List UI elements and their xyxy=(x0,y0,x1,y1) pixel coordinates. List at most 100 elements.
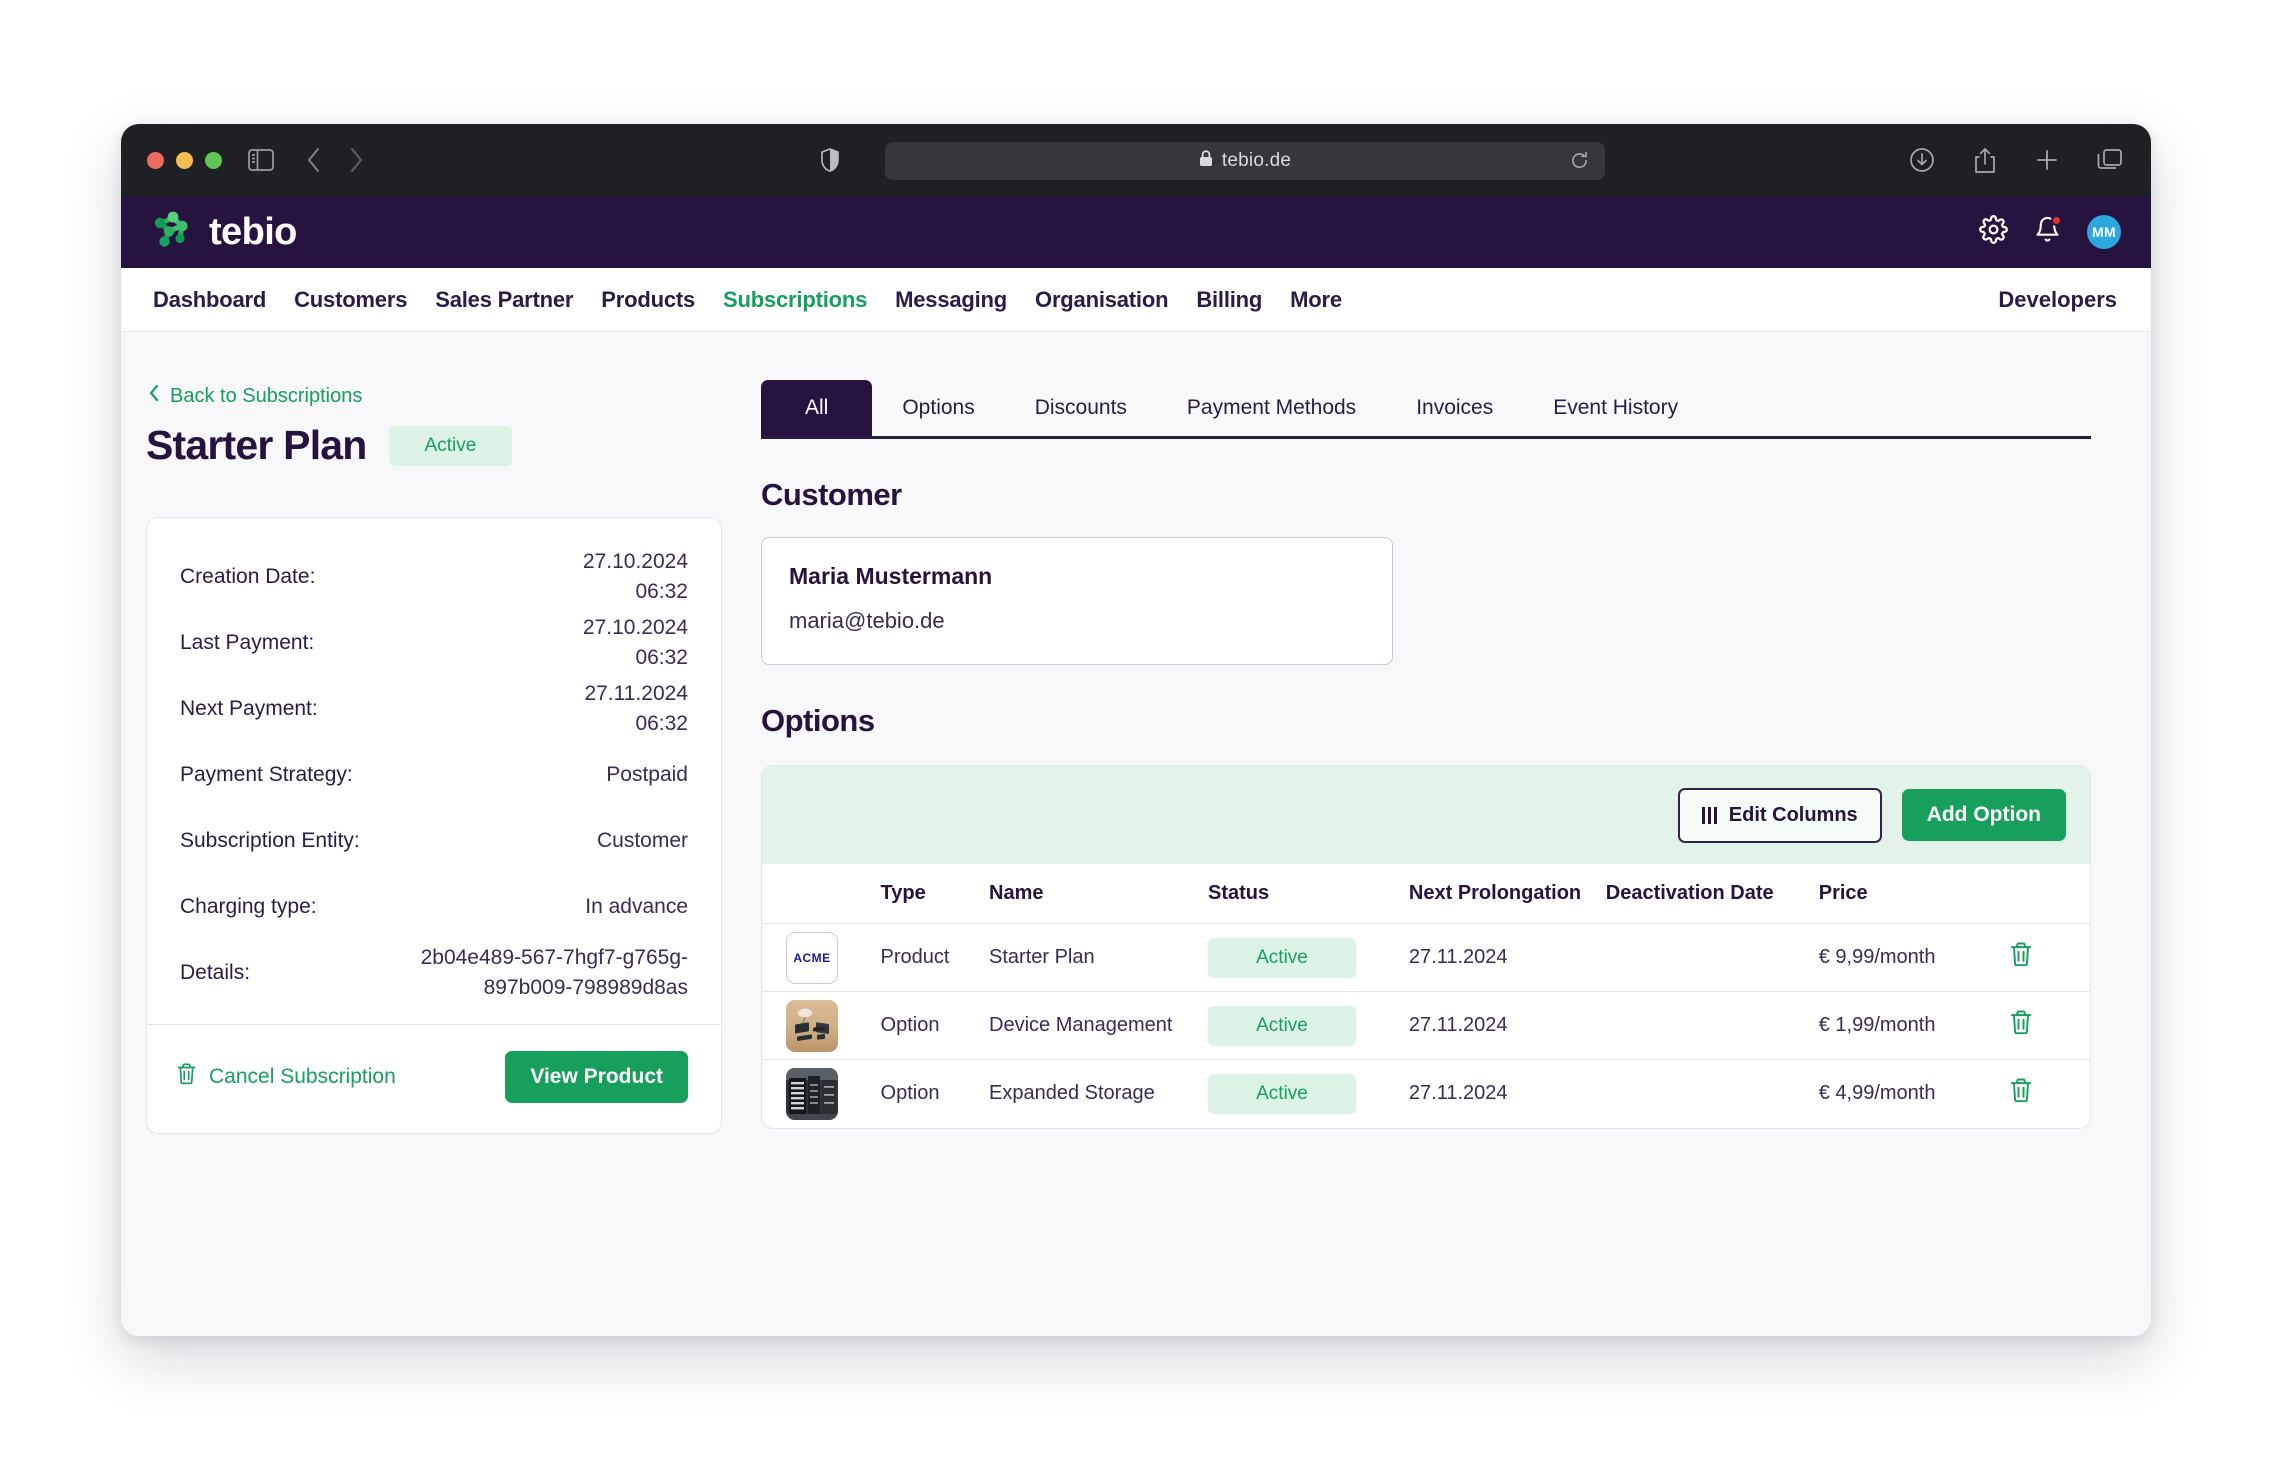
row-status-cell: Active xyxy=(1208,923,1409,992)
cancel-subscription-label: Cancel Subscription xyxy=(209,1065,396,1088)
nav-item-more[interactable]: More xyxy=(1290,287,1342,313)
customer-name: Maria Mustermann xyxy=(789,563,993,589)
delete-row-button[interactable] xyxy=(2010,1010,2032,1035)
nav-item-developers[interactable]: Developers xyxy=(1998,287,2117,313)
row-status-cell: Active xyxy=(1208,991,1409,1060)
options-table-body: ACME Product Starter Plan Active 27.11.2… xyxy=(762,923,2090,1128)
col-header-next-prolongation: Next Prolongation xyxy=(1408,864,1606,924)
tebio-molecule-icon xyxy=(151,210,195,255)
nav-items: Dashboard Customers Sales Partner Produc… xyxy=(153,287,1342,313)
col-header-deactivation-date: Deactivation Date xyxy=(1605,864,1819,924)
nav-item-sales-partner[interactable]: Sales Partner xyxy=(435,287,573,313)
cancel-subscription-button[interactable]: Cancel Subscription xyxy=(177,1063,396,1091)
row-name: Device Management xyxy=(989,991,1208,1060)
tab-options[interactable]: Options xyxy=(872,380,1004,436)
tab-event-history[interactable]: Event History xyxy=(1523,380,1708,436)
nav-item-customers[interactable]: Customers xyxy=(294,287,407,313)
forward-icon[interactable] xyxy=(348,147,364,173)
tab-overview-icon[interactable] xyxy=(2097,148,2123,172)
detail-value: 27.10.2024 06:32 xyxy=(582,549,688,603)
col-header-name: Name xyxy=(989,864,1208,924)
tab-all[interactable]: All xyxy=(761,380,873,436)
nav-item-subscriptions[interactable]: Subscriptions xyxy=(723,287,867,313)
main-navbar: Dashboard Customers Sales Partner Produc… xyxy=(121,268,2151,332)
notification-badge xyxy=(2051,215,2062,226)
download-icon[interactable] xyxy=(1909,147,1935,173)
nav-item-dashboard[interactable]: Dashboard xyxy=(153,287,266,313)
row-status-cell: Active xyxy=(1208,1060,1409,1128)
minimize-window-button[interactable] xyxy=(176,151,193,169)
new-tab-icon[interactable] xyxy=(2035,148,2059,172)
detail-value: 27.10.2024 06:32 xyxy=(582,615,688,669)
table-header-row: Type Name Status Next Prolongation Deact… xyxy=(762,864,2090,924)
avatar[interactable]: MM xyxy=(2087,215,2121,249)
add-option-button[interactable]: Add Option xyxy=(1901,789,2066,841)
row-deactivation-date xyxy=(1606,1060,1819,1128)
tab-discounts[interactable]: Discounts xyxy=(1005,380,1157,436)
trash-icon xyxy=(177,1063,196,1091)
nav-item-messaging[interactable]: Messaging xyxy=(895,287,1007,313)
tab-invoices[interactable]: Invoices xyxy=(1386,380,1523,436)
view-product-button[interactable]: View Product xyxy=(505,1051,688,1103)
url-bar[interactable]: tebio.de xyxy=(885,142,1605,180)
options-section-title: Options xyxy=(761,703,875,738)
gear-icon[interactable] xyxy=(1979,215,2008,249)
nav-item-organisation[interactable]: Organisation xyxy=(1035,287,1168,313)
table-row[interactable]: Option Device Management Active 27.11.20… xyxy=(762,991,2090,1060)
back-icon[interactable] xyxy=(306,147,322,173)
detail-row-last-payment: Last Payment: 27.10.2024 06:32 xyxy=(180,610,688,676)
tebio-logo[interactable]: tebio xyxy=(151,210,297,255)
row-name: Starter Plan xyxy=(989,923,1208,992)
status-badge: Active xyxy=(388,425,513,466)
options-panel: Edit Columns Add Option Type Name Status… xyxy=(761,765,2091,1129)
url-text: tebio.de xyxy=(1221,150,1292,171)
customer-section-title: Customer xyxy=(761,477,902,512)
page-title-row: Starter Plan Active xyxy=(146,422,513,469)
window-traffic-lights xyxy=(147,151,222,169)
row-next-prolongation: 27.11.2024 xyxy=(1408,991,1606,1060)
row-actions-cell xyxy=(2009,923,2090,992)
row-name: Expanded Storage xyxy=(989,1082,1155,1105)
customer-email: maria@tebio.de xyxy=(789,608,945,633)
browser-nav-arrows xyxy=(306,147,364,173)
shield-icon[interactable] xyxy=(821,148,839,172)
col-header-actions xyxy=(2009,864,2090,924)
tab-payment-methods[interactable]: Payment Methods xyxy=(1157,380,1386,436)
browser-window: tebio.de tebio MM Dashboard Customers Sa… xyxy=(121,124,2151,1336)
delete-row-button[interactable] xyxy=(2010,1078,2032,1103)
row-price: € 4,99/month xyxy=(1818,1082,1936,1105)
status-badge: Active xyxy=(1208,937,1356,978)
app-header-actions: MM xyxy=(1979,196,2121,268)
table-row[interactable]: Option Expanded Storage Active 27.11.202… xyxy=(762,1060,2090,1128)
row-price: € 1,99/month xyxy=(1818,991,2010,1060)
nav-item-billing[interactable]: Billing xyxy=(1196,287,1262,313)
close-window-button[interactable] xyxy=(147,151,164,169)
browser-toolbar-right xyxy=(1909,124,2123,196)
maximize-window-button[interactable] xyxy=(205,151,222,169)
row-thumbnail-cell xyxy=(762,1060,881,1128)
notifications-button[interactable] xyxy=(2034,215,2062,249)
delete-row-button[interactable] xyxy=(2010,942,2032,967)
detail-value: In advance xyxy=(585,894,688,918)
app-header: tebio MM xyxy=(121,196,2151,268)
nav-item-products[interactable]: Products xyxy=(601,287,695,313)
options-table: Type Name Status Next Prolongation Deact… xyxy=(762,864,2090,1128)
chevron-left-icon xyxy=(149,384,160,408)
detail-card-footer: Cancel Subscription View Product xyxy=(147,1025,721,1133)
detail-rows: Creation Date: 27.10.2024 06:32 Last Paym… xyxy=(147,518,721,1024)
row-deactivation-date xyxy=(1605,991,1819,1060)
devices-photo-thumbnail xyxy=(786,999,838,1052)
sidebar-toggle-icon[interactable] xyxy=(248,149,274,171)
table-row[interactable]: ACME Product Starter Plan Active 27.11.2… xyxy=(762,923,2090,992)
share-icon[interactable] xyxy=(1973,147,1997,174)
acme-logo-thumbnail: ACME xyxy=(786,931,838,984)
edit-columns-label: Edit Columns xyxy=(1728,803,1858,826)
edit-columns-button[interactable]: Edit Columns xyxy=(1677,787,1882,843)
right-column: All Options Discounts Payment Methods In… xyxy=(761,380,2091,1129)
customer-card[interactable]: Maria Mustermann maria@tebio.de xyxy=(761,537,1393,665)
detail-row-creation-date: Creation Date: 27.10.2024 06:32 xyxy=(180,544,688,610)
detail-value: 27.11.2024 06:32 xyxy=(584,681,688,735)
back-to-subscriptions-link[interactable]: Back to Subscriptions xyxy=(149,384,362,408)
reload-icon[interactable] xyxy=(1570,151,1589,175)
logo-text: tebio xyxy=(209,211,297,253)
